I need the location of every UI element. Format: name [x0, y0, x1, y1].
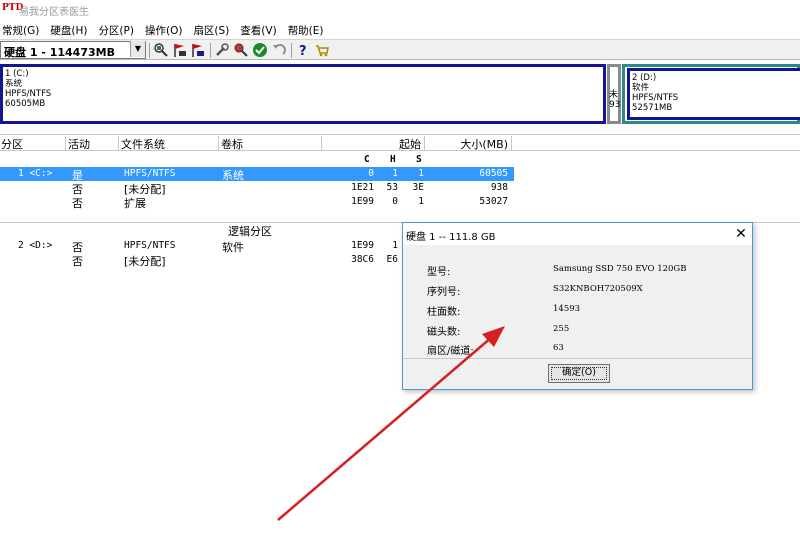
- toolbar-separator: [210, 43, 211, 58]
- check-green-icon[interactable]: [252, 42, 268, 58]
- extended-block-label: 未 93: [609, 90, 620, 110]
- dialog-title-bar[interactable]: 硬盘 1 -- 111.8 GB ✕: [403, 223, 752, 245]
- window-title: 易我分区表医生: [19, 7, 89, 18]
- partition-d-number: 2 (D:): [632, 73, 657, 83]
- chevron-down-icon[interactable]: ▼: [130, 41, 145, 57]
- column-header-size[interactable]: 大小(MB): [426, 136, 512, 151]
- row-partition: 2 <D:>: [18, 240, 53, 251]
- toolbar-separator: [149, 43, 150, 58]
- zoom-disk-icon[interactable]: [153, 42, 169, 58]
- subheader-h: H: [390, 154, 396, 165]
- disk-info-dialog: 硬盘 1 -- 111.8 GB ✕ 型号: Samsung SSD 750 E…: [402, 222, 753, 390]
- row-fs: [未分配]: [124, 255, 166, 268]
- ok-button[interactable]: 确定(O): [548, 364, 610, 383]
- row-h: 1: [392, 240, 398, 251]
- row-size: 938: [490, 182, 508, 193]
- serial-value: S32KNBOH720509X: [553, 284, 643, 294]
- sectors-label: 扇区/磁道:: [427, 346, 474, 357]
- dialog-title: 硬盘 1 -- 111.8 GB: [406, 232, 496, 243]
- partition-list-header: 分区 活动 文件系统 卷标 起始 大小(MB): [0, 134, 800, 151]
- menu-disk[interactable]: 硬盘(H): [48, 20, 89, 39]
- row-active: 否: [72, 197, 83, 210]
- table-row[interactable]: 2 <D:> 否 HPFS/NTFS 软件 1E99 1: [0, 239, 400, 254]
- column-header-label[interactable]: 卷标: [220, 136, 322, 151]
- close-icon[interactable]: ✕: [733, 226, 749, 242]
- column-header-active[interactable]: 活动: [67, 136, 119, 151]
- menu-bar: 常规(G) 硬盘(H) 分区(P) 操作(O) 扇区(S) 查看(V) 帮助(E…: [0, 20, 800, 39]
- row-size: 60505: [479, 168, 508, 179]
- heads-value: 255: [553, 324, 570, 334]
- partition-d-size: 52571MB: [632, 103, 673, 113]
- partition-block-d[interactable]: 2 (D:) 软件 HPFS/NTFS 52571MB: [627, 68, 800, 120]
- extended-label-top: 未: [609, 90, 619, 100]
- menu-sector[interactable]: 扇区(S): [191, 20, 231, 39]
- row-fs: 扩展: [124, 197, 146, 210]
- row-fs: HPFS/NTFS: [124, 240, 176, 251]
- row-c: 1E99: [351, 240, 374, 251]
- extended-label-bottom: 93: [609, 100, 621, 110]
- partition-c-label: 系统: [5, 79, 23, 89]
- row-partition: 1 <C:>: [18, 168, 53, 179]
- row-h: E6: [386, 254, 398, 265]
- flag-blue-icon[interactable]: [190, 42, 206, 58]
- menu-help[interactable]: 帮助(E): [286, 20, 326, 39]
- row-active: 否: [72, 255, 83, 268]
- row-c: 0: [368, 168, 374, 179]
- dialog-divider: [403, 358, 752, 359]
- model-value: Samsung SSD 750 EVO 120GB: [553, 264, 687, 274]
- table-row[interactable]: 否 扩展 1E99 0 1 53027: [0, 195, 514, 210]
- menu-view[interactable]: 查看(V): [238, 20, 278, 39]
- row-c: 1E21: [351, 182, 374, 193]
- svg-text:?: ?: [299, 44, 307, 58]
- table-row[interactable]: 1 <C:> 是 HPFS/NTFS 系统 0 1 1 60505: [0, 167, 514, 182]
- row-s: 1: [418, 168, 424, 179]
- table-row[interactable]: 否 [未分配] 38C6 E6: [0, 253, 400, 268]
- partition-d-fs: HPFS/NTFS: [632, 93, 679, 103]
- subheader-c: C: [364, 154, 370, 165]
- disk-map: 1 (C:) 系统 HPFS/NTFS 60505MB 未 93 2 (D:) …: [0, 60, 800, 130]
- row-h: 1: [392, 168, 398, 179]
- menu-general[interactable]: 常规(G): [0, 20, 41, 39]
- cylinders-value: 14593: [553, 304, 581, 314]
- partition-block-c[interactable]: 1 (C:) 系统 HPFS/NTFS 60505MB: [0, 64, 606, 124]
- cylinders-label: 柱面数:: [427, 307, 461, 318]
- undo-icon[interactable]: [271, 42, 287, 58]
- column-header-partition[interactable]: 分区: [0, 136, 66, 151]
- menu-operation[interactable]: 操作(O): [143, 20, 184, 39]
- partition-c-fs: HPFS/NTFS: [5, 89, 52, 99]
- wrench-icon[interactable]: [214, 42, 230, 58]
- partition-c-number: 1 (C:): [5, 69, 29, 79]
- row-h: 53: [386, 182, 398, 193]
- row-c: 38C6: [351, 254, 374, 265]
- sectors-value: 63: [553, 343, 564, 353]
- row-size: 53027: [479, 196, 508, 207]
- magnifier-icon[interactable]: [233, 42, 249, 58]
- row-c: 1E99: [351, 196, 374, 207]
- row-s: 1: [418, 196, 424, 207]
- column-header-start[interactable]: 起始: [323, 136, 425, 151]
- toolbar-separator: [291, 43, 292, 58]
- toolbar: 硬盘 1 - 114473MB ▼ ?: [0, 39, 800, 60]
- logical-section-title: 逻辑分区: [228, 225, 272, 238]
- chs-subheader: C H S: [0, 153, 520, 167]
- model-label: 型号:: [427, 267, 451, 278]
- partition-c-size: 60505MB: [5, 99, 46, 109]
- menu-partition[interactable]: 分区(P): [96, 20, 136, 39]
- flag-red-icon[interactable]: [172, 42, 188, 58]
- title-bar: PTD 易我分区表医生: [0, 0, 800, 20]
- subheader-s: S: [416, 154, 422, 165]
- cart-icon[interactable]: [314, 42, 330, 58]
- disk-select[interactable]: 硬盘 1 - 114473MB: [0, 41, 146, 59]
- row-fs: HPFS/NTFS: [124, 168, 176, 179]
- column-header-fs[interactable]: 文件系统: [120, 136, 219, 151]
- help-icon[interactable]: ?: [295, 42, 311, 59]
- heads-label: 磁头数:: [427, 327, 461, 338]
- focus-rect: [551, 367, 607, 380]
- row-h: 0: [392, 196, 398, 207]
- row-s: 3E: [412, 182, 424, 193]
- table-row[interactable]: 否 [未分配] 1E21 53 3E 938: [0, 181, 514, 196]
- serial-label: 序列号:: [427, 287, 461, 298]
- partition-d-label: 软件: [632, 83, 650, 93]
